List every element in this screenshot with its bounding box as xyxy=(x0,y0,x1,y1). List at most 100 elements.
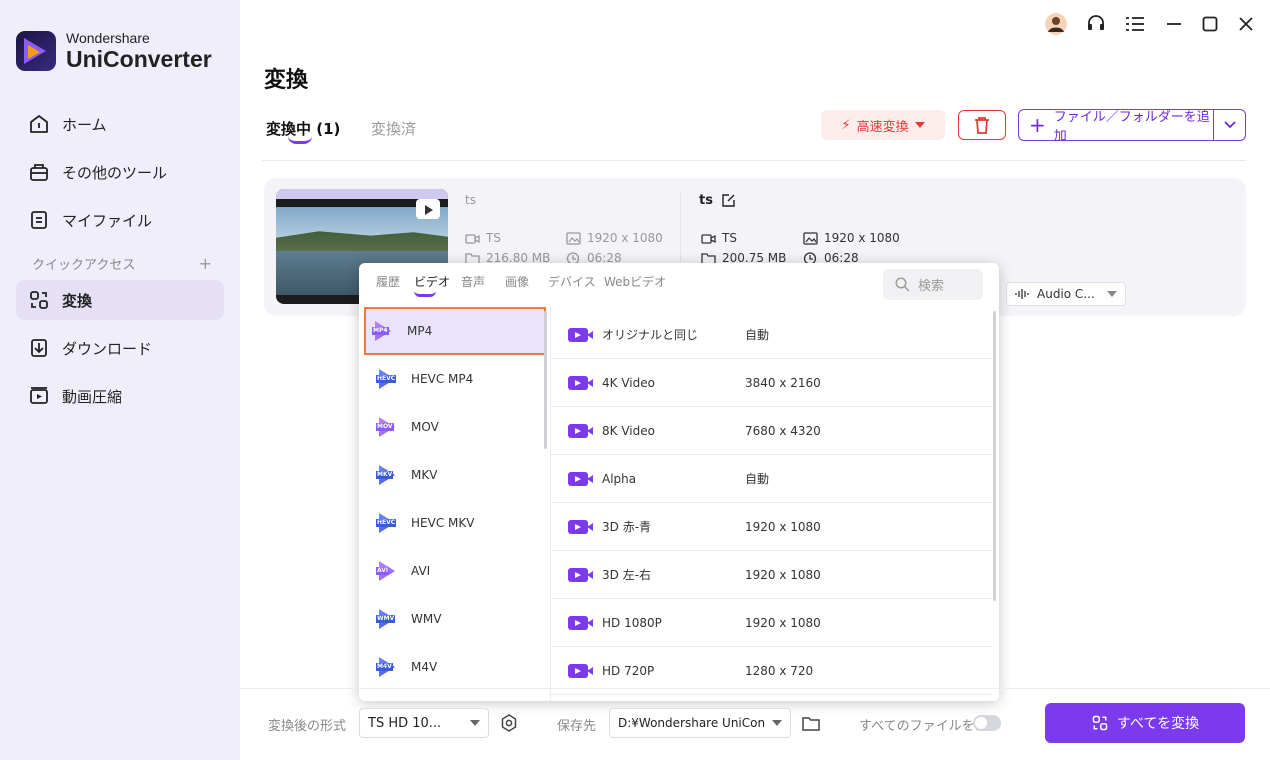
sidebar-item-download[interactable]: ダウンロード xyxy=(16,328,224,368)
sidebar-item-label: 動画圧縮 xyxy=(62,387,123,406)
quality-item[interactable]: 8K Video 7680 x 4320 xyxy=(551,407,992,455)
convert-icon xyxy=(1092,715,1108,731)
format-item-m4v[interactable]: M4V M4V xyxy=(359,643,550,691)
trash-icon xyxy=(975,117,989,134)
image-icon xyxy=(566,231,581,245)
menu-list-icon[interactable] xyxy=(1123,12,1147,36)
tab-converted[interactable]: 変換済 xyxy=(371,118,416,139)
sidebar-item-label: その他のツール xyxy=(62,163,168,182)
audio-wave-icon xyxy=(1015,289,1029,299)
video-quality-icon xyxy=(568,471,593,486)
quick-access-header: クイックアクセス + xyxy=(32,254,212,273)
quality-list-scrollbar[interactable] xyxy=(993,311,996,601)
add-files-dropdown[interactable] xyxy=(1213,110,1245,140)
hevc-format-icon: HEVC xyxy=(376,513,397,533)
close-icon[interactable] xyxy=(1234,12,1258,36)
format-tab-history[interactable]: 履歴 xyxy=(376,273,400,290)
wmv-format-icon: WMV xyxy=(376,609,397,629)
sidebar-item-home[interactable]: ホーム xyxy=(16,104,224,144)
home-icon xyxy=(30,115,48,133)
sidebar-item-tools[interactable]: その他のツール xyxy=(16,152,224,192)
save-path-select[interactable]: D:¥Wondershare UniCon xyxy=(609,708,791,738)
video-quality-icon xyxy=(568,519,593,534)
play-icon[interactable] xyxy=(416,199,440,219)
output-format-select[interactable]: TS HD 10... xyxy=(359,708,489,738)
fast-convert-button[interactable]: ⚡ 高速変換 xyxy=(821,110,945,140)
m4v-format-icon: M4V xyxy=(376,657,397,677)
format-item-mp4[interactable]: MP4 MP4 xyxy=(364,307,546,355)
quick-access-add-button[interactable]: + xyxy=(199,254,212,273)
video-quality-icon xyxy=(568,567,593,582)
add-files-button[interactable]: + ファイル／フォルダーを追加 xyxy=(1018,109,1246,144)
quality-item[interactable]: HD 1080P 1920 x 1080 xyxy=(551,599,992,647)
mp4-format-icon: MP4 xyxy=(372,321,393,341)
divider xyxy=(680,192,681,262)
convert-all-button[interactable]: すべてを変換 xyxy=(1045,703,1245,743)
headset-icon[interactable] xyxy=(1084,12,1108,36)
format-tab-image[interactable]: 画像 xyxy=(505,273,529,290)
quality-item[interactable]: 4K Video 3840 x 2160 xyxy=(551,359,992,407)
chevron-down-icon xyxy=(772,720,782,726)
file-icon xyxy=(31,211,47,229)
format-item-avi[interactable]: AVI AVI xyxy=(359,547,550,595)
format-search-input[interactable]: 検索 xyxy=(883,269,983,300)
quality-list: オリジナルと同じ 自動 4K Video 3840 x 2160 8K Video 7… xyxy=(551,311,992,695)
video-quality-icon xyxy=(568,615,593,630)
format-tab-audio[interactable]: 音声 xyxy=(461,273,485,290)
settings-icon[interactable] xyxy=(497,711,521,735)
download-icon xyxy=(31,339,47,357)
plus-icon: + xyxy=(1029,113,1046,137)
output-format-label: 変換後の形式 xyxy=(268,719,347,734)
video-camera-icon xyxy=(701,233,716,244)
quality-item[interactable]: 3D 左-右 1920 x 1080 xyxy=(551,551,992,599)
format-item-wmv[interactable]: WMV WMV xyxy=(359,595,550,643)
quick-access-label: クイックアクセス xyxy=(32,258,136,273)
add-files-label: ファイル／フォルダーを追加 xyxy=(1053,110,1210,144)
format-tab-webvideo[interactable]: Webビデオ xyxy=(604,273,666,290)
convert-icon xyxy=(30,291,48,309)
format-item-mkv[interactable]: MKV MKV xyxy=(359,451,550,499)
quality-item[interactable]: オリジナルと同じ 自動 xyxy=(551,311,992,359)
folder-open-icon[interactable] xyxy=(799,711,823,735)
brand-line2: UniConverter xyxy=(66,46,212,72)
delete-button[interactable] xyxy=(958,110,1006,140)
account-avatar-icon[interactable] xyxy=(1044,12,1068,36)
mov-format-icon: MOV xyxy=(376,417,397,437)
chevron-down-icon xyxy=(1223,121,1236,129)
sidebar-item-convert[interactable]: 変換 xyxy=(16,280,224,320)
sidebar-item-compress[interactable]: 動画圧縮 xyxy=(16,376,224,416)
output-format: TS xyxy=(701,231,737,245)
format-list-scrollbar[interactable] xyxy=(544,311,547,449)
brand-line1: Wondershare xyxy=(66,30,150,46)
format-item-hevc-mp4[interactable]: HEVC HEVC MP4 xyxy=(359,355,550,403)
sidebar-item-myfiles[interactable]: マイファイル xyxy=(16,200,224,240)
video-quality-icon xyxy=(568,327,593,342)
video-quality-icon xyxy=(568,375,593,390)
lightning-icon: ⚡ xyxy=(841,117,851,133)
merge-all-toggle[interactable] xyxy=(973,715,1001,731)
uniconverter-logo-icon xyxy=(16,31,56,71)
source-resolution: 1920 x 1080 xyxy=(566,231,663,245)
minimize-icon[interactable] xyxy=(1162,12,1186,36)
audio-track-select[interactable]: Audio C... xyxy=(1006,282,1126,306)
compress-icon xyxy=(30,387,48,404)
app-window: Wondershare UniConverter ホーム その他のツール マイフ… xyxy=(0,0,1270,760)
format-item-mov[interactable]: MOV MOV xyxy=(359,403,550,451)
edit-icon[interactable] xyxy=(721,193,736,208)
active-tab-indicator xyxy=(288,136,312,144)
format-tab-device[interactable]: デバイス xyxy=(548,273,596,290)
format-tab-video[interactable]: ビデオ xyxy=(414,273,450,290)
quality-item[interactable]: Alpha 自動 xyxy=(551,455,992,503)
fast-convert-label: 高速変換 xyxy=(856,119,909,135)
quality-item[interactable]: 3D 赤-青 1920 x 1080 xyxy=(551,503,992,551)
source-format: TS xyxy=(465,231,501,245)
toolbox-icon xyxy=(30,164,48,181)
output-resolution: 1920 x 1080 xyxy=(803,231,900,245)
add-files-main[interactable]: + ファイル／フォルダーを追加 xyxy=(1019,110,1213,144)
video-camera-icon xyxy=(465,233,480,244)
format-item-hevc-mkv[interactable]: HEVC HEVC MKV xyxy=(359,499,550,547)
merge-all-label: すべてのファイルを... xyxy=(859,719,987,734)
avi-format-icon: AVI xyxy=(376,561,397,581)
maximize-icon[interactable] xyxy=(1198,12,1222,36)
output-file-name: ts xyxy=(699,193,736,208)
